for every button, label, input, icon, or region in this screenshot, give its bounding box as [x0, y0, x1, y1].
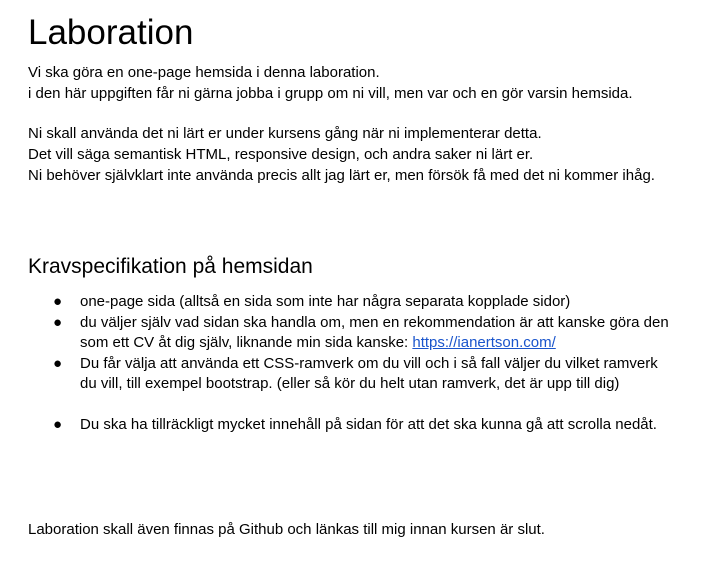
section-heading: Kravspecifikation på hemsidan: [28, 255, 313, 278]
intro-line-1: Vi ska göra en one-page hemsida i denna …: [28, 64, 380, 81]
rules-line-3: Ni behöver självklart inte använda preci…: [28, 167, 655, 184]
rules-line-1: Ni skall använda det ni lärt er under ku…: [28, 125, 542, 142]
bullet-icon: ●: [53, 354, 63, 372]
bullet-icon: ●: [53, 313, 63, 331]
requirement-text: one-page sida (alltså en sida som inte h…: [80, 293, 571, 310]
footer-note: Laboration skall även finnas på Github o…: [28, 521, 545, 538]
example-site-link[interactable]: https://ianertson.com/: [412, 334, 555, 351]
intro-line-2: i den här uppgiften får ni gärna jobba i…: [28, 85, 633, 102]
intro-paragraph: Vi ska göra en one-page hemsida i denna …: [28, 62, 678, 104]
bullet-icon: ●: [53, 293, 63, 310]
list-item: ● Du får välja att använda ett CSS-ramve…: [28, 354, 670, 395]
rules-line-2: Det vill säga semantisk HTML, responsive…: [28, 146, 534, 163]
requirements-list: ● one-page sida (alltså en sida som inte…: [28, 292, 678, 435]
requirement-text: Du ska ha tillräckligt mycket innehåll p…: [80, 415, 657, 433]
rules-paragraph: Ni skall använda det ni lärt er under ku…: [28, 123, 678, 186]
requirement-text: Du får välja att använda ett CSS-ramverk…: [80, 354, 658, 393]
page-title: Laboration: [28, 13, 194, 52]
list-item: ● du väljer själv vad sidan ska handla o…: [28, 313, 670, 354]
requirement-text: du väljer själv vad sidan ska handla om,…: [80, 313, 669, 352]
list-item: ● one-page sida (alltså en sida som inte…: [28, 292, 670, 313]
list-item: ● Du ska ha tillräckligt mycket innehåll…: [28, 415, 670, 436]
bullet-icon: ●: [53, 415, 63, 433]
